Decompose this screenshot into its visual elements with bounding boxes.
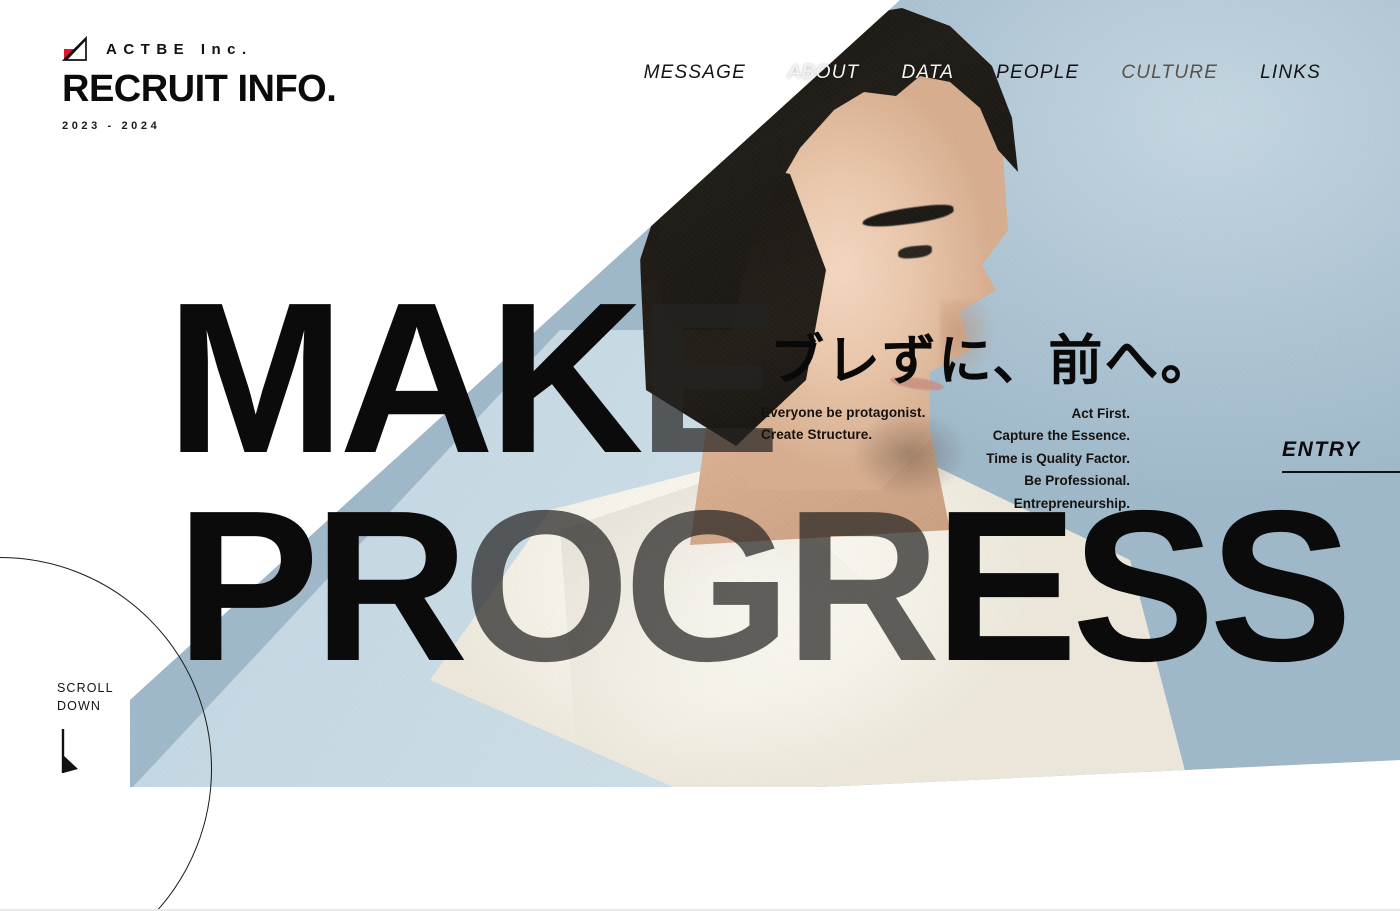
entry-button-label: ENTRY [1282,438,1361,461]
copy-right-line-3: Time is Quality Factor. [986,450,1130,466]
nav-item-about[interactable]: ABOUT [767,62,880,84]
brand-block: ACTBE Inc. RECRUIT INFO. 2023 - 2024 [61,35,337,132]
brand-row: ACTBE Inc. [61,35,336,62]
nav-item-links[interactable]: LINKS [1239,62,1342,84]
scroll-down-line-2: DOWN [57,698,101,713]
copy-right-block: Act First. Capture the Essence. Time is … [930,403,1130,515]
scroll-down-text: SCROLL DOWN [57,680,114,716]
scroll-down-indicator[interactable]: SCROLL DOWN [57,680,114,780]
page-title: RECRUIT INFO. [62,68,337,110]
nav-item-data[interactable]: DATA [880,62,975,84]
nav-item-message[interactable]: MESSAGE [623,62,767,84]
entry-button[interactable]: ENTRY [1282,438,1400,473]
copy-right-line-5: Entrepreneurship. [1013,495,1130,511]
brand-company-name: ACTBE Inc. [106,40,253,58]
copy-right-line-2: Capture the Essence. [992,428,1130,444]
brand-years: 2023 - 2024 [62,120,161,132]
copy-left-line-1: Everyone be protagonist. [761,405,926,420]
recruit-landing-page: MAKE PROGRESS ACTBE Inc. RECRUIT INFO. 2… [0,0,1400,911]
actbe-triangle-logo-icon [61,35,94,62]
scroll-down-line-1: SCROLL [57,681,114,695]
nav-item-culture[interactable]: CULTURE [1100,62,1239,84]
japanese-tagline: ブレずに、前へ。 [770,331,1217,391]
arrow-down-flag-icon [60,728,114,780]
copy-right-line-4: Be Professional. [1024,473,1130,489]
copy-left-block: Everyone be protagonist. Create Structur… [761,402,925,446]
nav-item-people[interactable]: PEOPLE [975,62,1100,84]
main-navigation[interactable]: MESSAGE ABOUT DATA PEOPLE CULTURE LINKS [623,62,1342,84]
copy-right-line-1: Act First. [1071,406,1130,421]
copy-left-line-2: Create Structure. [761,426,873,442]
